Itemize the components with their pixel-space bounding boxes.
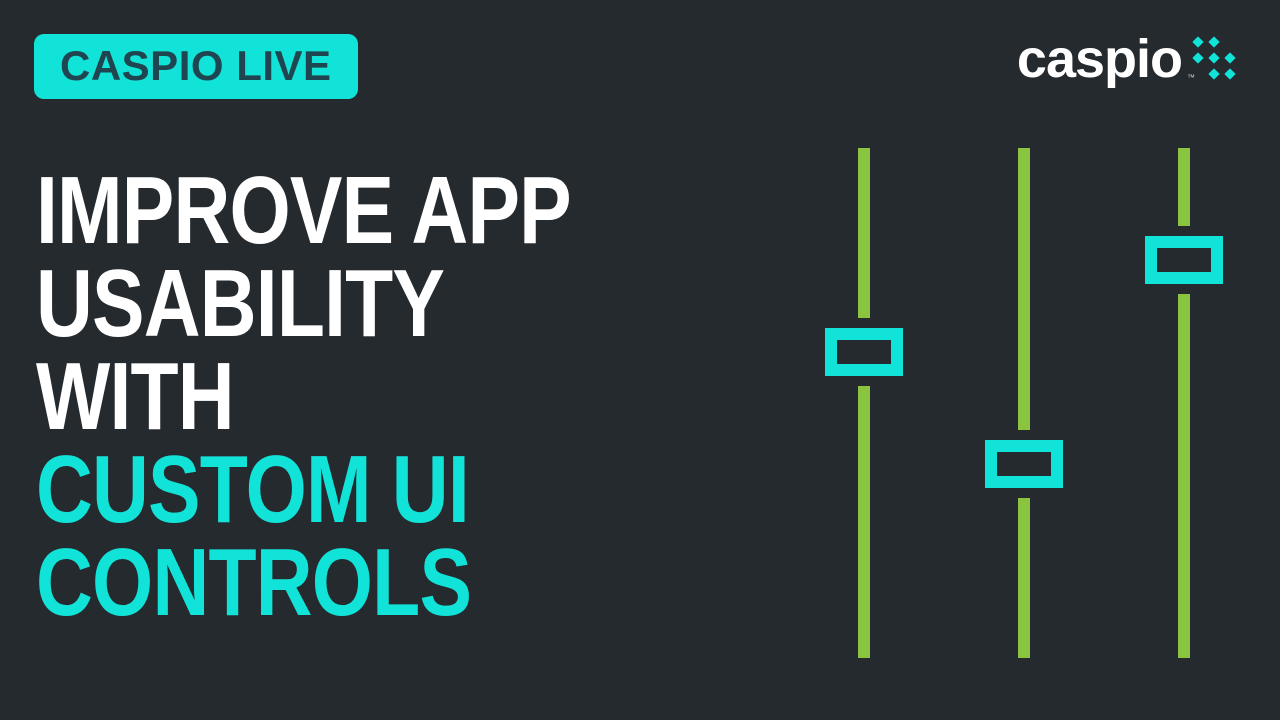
sliders-illustration — [774, 148, 1234, 658]
slider-thumb-icon — [825, 328, 903, 376]
slider-track-icon — [858, 148, 870, 318]
brand-name-text: caspio — [1017, 29, 1182, 89]
slider-3 — [1134, 148, 1234, 658]
headline-line-2: USABILITY WITH — [36, 257, 626, 443]
slider-track-icon — [1018, 148, 1030, 430]
slider-thumb-icon — [1145, 236, 1223, 284]
slider-2 — [974, 148, 1074, 658]
slider-track-icon — [1178, 294, 1190, 658]
slider-thumb-icon — [985, 440, 1063, 488]
headline: IMPROVE APP USABILITY WITH CUSTOM UI CON… — [36, 164, 756, 630]
headline-line-4: CONTROLS — [36, 536, 626, 629]
brand-logo: caspio ™ — [1017, 28, 1238, 90]
slider-1 — [814, 148, 914, 658]
headline-line-1: IMPROVE APP — [36, 164, 626, 257]
slider-track-icon — [1178, 148, 1190, 226]
series-badge: CASPIO LIVE — [34, 34, 358, 99]
slider-track-icon — [1018, 498, 1030, 658]
brand-wordmark: caspio ™ — [1017, 28, 1182, 90]
slider-track-icon — [858, 386, 870, 658]
headline-line-3: CUSTOM UI — [36, 443, 626, 536]
brand-dots-icon — [1192, 36, 1238, 82]
